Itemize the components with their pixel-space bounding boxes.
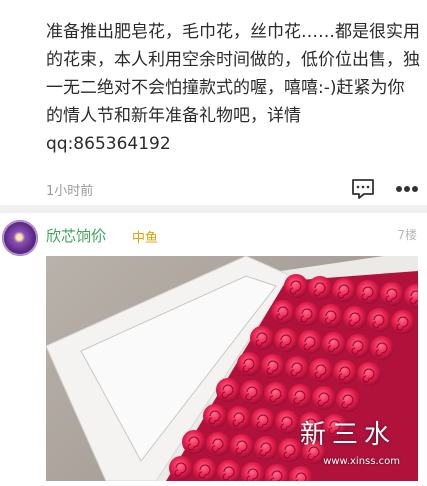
rose-flower [391,310,415,334]
rose-flower [285,356,309,380]
rose-flower [357,362,381,386]
watermark-text: 新三水 [299,420,396,450]
rose-flower [169,456,193,480]
rose-flower [332,278,356,302]
rose-flower [343,306,367,330]
reply-header: 欣芯饷伱 中鱼 7楼 [0,213,427,256]
rose-flower [237,352,261,376]
rose-flower [380,282,404,306]
rose-flower [216,378,240,402]
rose-flower [261,354,285,378]
post-text: 准备推出肥皂花，毛巾花，丝巾花……都是很实用的花束，本人利用空余时间做的，低价位… [46,22,420,154]
rose-flower [288,384,312,408]
rose-flower [275,410,299,434]
rose-flower [346,334,370,358]
rose-flower [182,430,206,454]
rose-flower [203,404,227,428]
level-badge: 中鱼 [132,231,159,246]
rose-flower [312,386,336,410]
rose-flower [356,280,380,304]
rose-flower [230,434,254,458]
rose-flower [274,328,298,352]
rose-flower [227,406,251,430]
rose-flower [254,436,278,460]
rose-flower [250,326,274,350]
rose-flower [271,300,295,324]
rose-flower [322,332,346,356]
rose-flower [251,408,275,432]
rose-flower [336,388,360,412]
avatar[interactable] [2,220,38,256]
rose-flower [206,432,230,456]
rose-flower [319,304,343,328]
more-icon[interactable] [395,180,419,198]
section-divider [0,205,427,213]
rose-flower [298,330,322,354]
rose-flower [295,302,319,326]
watermark-url: www.xinss.com [323,456,400,467]
post-meta-row: 1小时前 [0,178,427,202]
post-timestamp: 1小时前 [46,184,94,199]
rose-flower [367,308,391,332]
rose-flower [284,274,308,298]
rose-flower [278,438,302,462]
rose-flower [264,382,288,406]
rose-flower [309,358,333,382]
comment-icon[interactable] [351,178,375,200]
rose-flower [333,360,357,384]
floor-number: 7楼 [397,228,417,242]
attached-photo[interactable]: 新三水 www.xinss.com [46,256,418,481]
rose-flower [370,336,394,360]
rose-flower [240,380,264,404]
reply-username[interactable]: 欣芯饷伱 [46,225,106,246]
rose-flower [308,276,332,300]
rose-flower [193,458,217,481]
